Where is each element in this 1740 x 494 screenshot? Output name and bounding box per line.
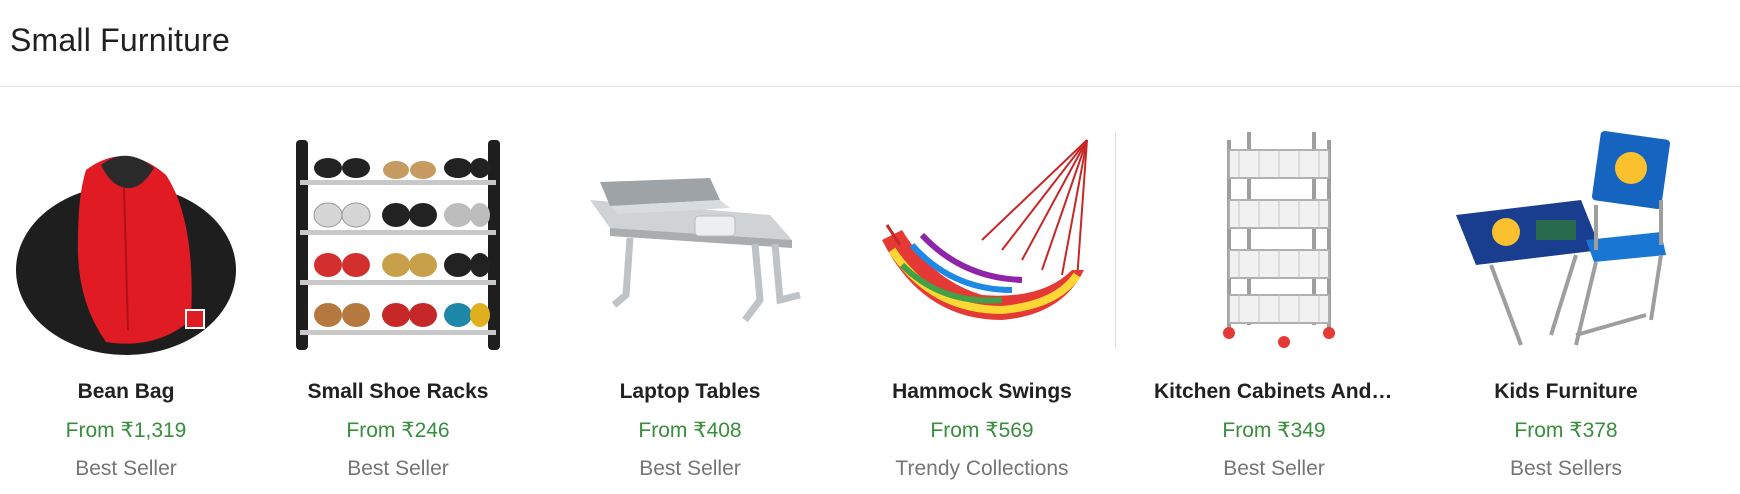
product-card-laptop-tables[interactable]: Laptop Tables From ₹408 Best Seller	[544, 88, 836, 494]
product-name[interactable]: Kids Furniture	[1494, 380, 1638, 404]
product-price: From ₹1,319	[65, 419, 187, 442]
section-header: Small Furniture	[0, 0, 1740, 87]
product-name[interactable]: Small Shoe Racks	[308, 380, 489, 404]
kitchen-trolley-image[interactable]	[1154, 120, 1394, 360]
product-card-bean-bag[interactable]: Bean Bag From ₹1,319 Best Seller	[0, 88, 252, 494]
product-name[interactable]: Kitchen Cabinets And Tr...	[1154, 380, 1394, 404]
product-price: From ₹378	[1514, 419, 1618, 442]
product-price: From ₹246	[346, 419, 450, 442]
product-tag: Best Seller	[1223, 457, 1325, 480]
kids-furniture-image[interactable]	[1446, 120, 1686, 360]
section-title: Small Furniture	[10, 21, 230, 58]
product-tag: Trendy Collections	[895, 457, 1069, 480]
product-tag: Best Seller	[75, 457, 177, 480]
product-card-kids-furniture[interactable]: Kids Furniture From ₹378 Best Sellers	[1420, 88, 1712, 494]
product-card-hammock-swings[interactable]: Hammock Swings From ₹569 Trendy Collecti…	[836, 88, 1128, 494]
image-divider	[1115, 133, 1116, 348]
product-card-small-shoe-racks[interactable]: Small Shoe Racks From ₹246 Best Seller	[252, 88, 544, 494]
hammock-image[interactable]	[862, 120, 1102, 360]
product-price: From ₹408	[638, 419, 742, 442]
product-row: Bean Bag From ₹1,319 Best Seller Small S…	[0, 88, 1740, 494]
product-tag: Best Seller	[347, 457, 449, 480]
product-name[interactable]: Hammock Swings	[892, 380, 1072, 404]
bean-bag-image[interactable]	[6, 120, 246, 360]
product-tag: Best Sellers	[1509, 457, 1623, 480]
shoe-rack-image[interactable]	[278, 120, 518, 360]
small-furniture-section: Small Furniture Bean Bag From ₹1,319 Bes…	[0, 0, 1740, 494]
product-name[interactable]: Laptop Tables	[620, 380, 761, 404]
product-price: From ₹569	[930, 419, 1034, 442]
product-price: From ₹349	[1222, 419, 1326, 442]
laptop-table-image[interactable]	[570, 120, 810, 360]
product-name[interactable]: Bean Bag	[78, 380, 175, 404]
product-card-kitchen-cabinets[interactable]: Kitchen Cabinets And Tr... From ₹349 Bes…	[1128, 88, 1420, 494]
product-tag: Best Seller	[639, 457, 741, 480]
